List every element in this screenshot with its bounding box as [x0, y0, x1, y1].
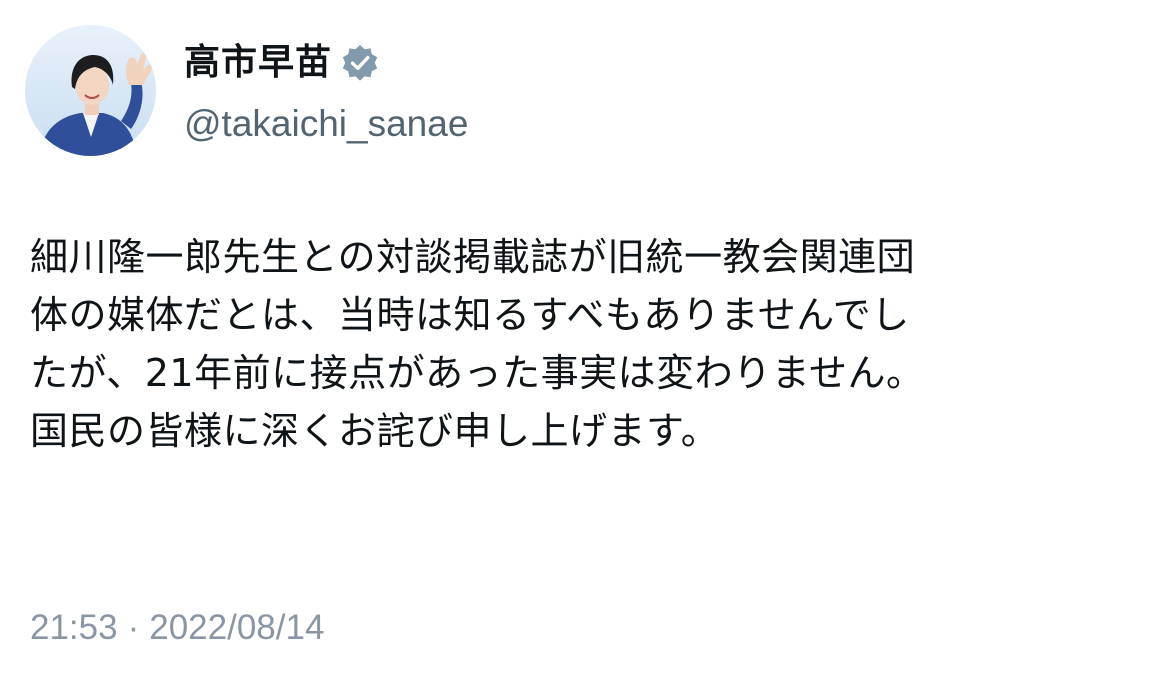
tweet-card: 高市早苗 @takaichi_sanae 細川隆一郎先生との対談掲載誌が旧統一教…	[0, 0, 1157, 677]
verified-badge-icon	[340, 43, 380, 83]
name-row: 高市早苗	[184, 38, 468, 88]
tweet-time: 21:53	[30, 608, 118, 647]
avatar[interactable]	[25, 25, 156, 156]
tweet-text-line: たが、21年前に接点があった事実は変わりません。	[30, 351, 925, 395]
tweet-text-line: 細川隆一郎先生との対談掲載誌が旧統一教会関連団	[30, 235, 916, 279]
timestamp-separator: ·	[127, 608, 140, 647]
avatar-image	[25, 25, 156, 156]
tweet-text-line: 体の媒体だとは、当時は知るすべもありませんでし	[30, 293, 910, 337]
display-name[interactable]: 高市早苗	[184, 38, 332, 88]
author-block: 高市早苗 @takaichi_sanae	[184, 38, 468, 146]
tweet-timestamp[interactable]: 21:53 · 2022/08/14	[30, 605, 324, 651]
tweet-text: 細川隆一郎先生との対談掲載誌が旧統一教会関連団 体の媒体だとは、当時は知るすべも…	[30, 228, 1130, 460]
user-handle[interactable]: @takaichi_sanae	[184, 102, 468, 146]
tweet-date: 2022/08/14	[149, 608, 325, 647]
tweet-text-line: 国民の皆様に深くお詫び申し上げます。	[30, 409, 720, 453]
